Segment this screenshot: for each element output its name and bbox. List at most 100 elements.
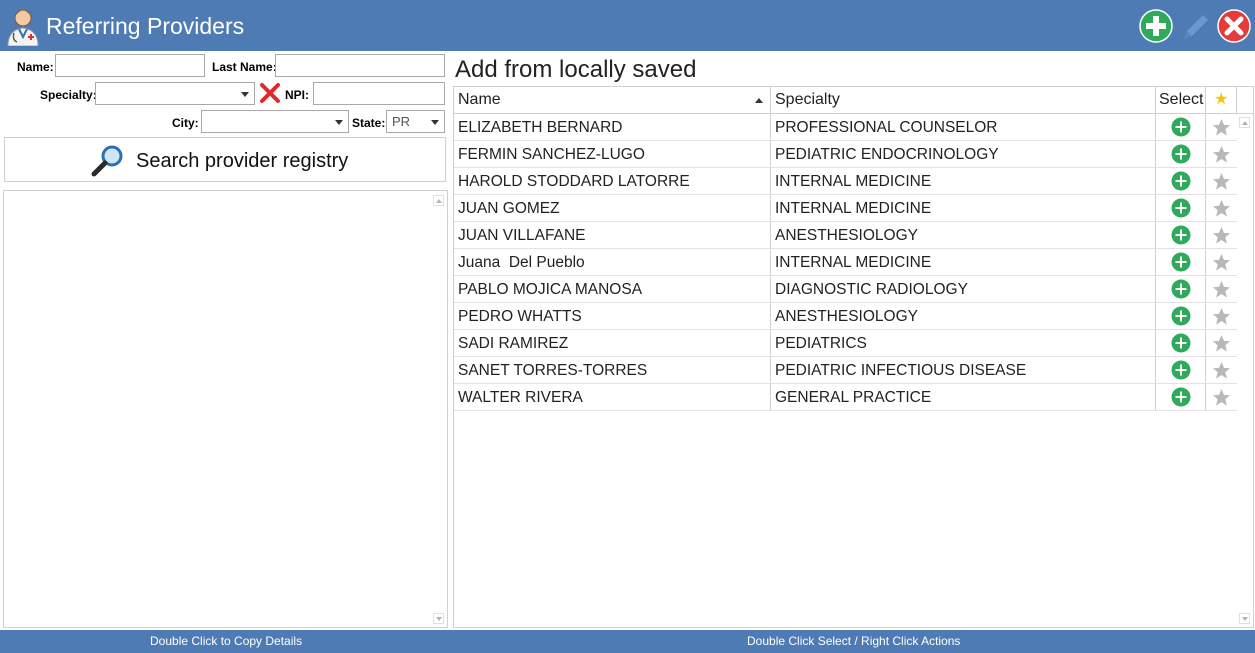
provider-name: ELIZABETH BERNARD [454, 114, 771, 140]
star-icon[interactable] [1212, 172, 1231, 191]
select-plus-icon[interactable] [1171, 279, 1191, 299]
favorite-cell [1206, 276, 1237, 302]
select-plus-icon[interactable] [1171, 306, 1191, 326]
star-icon[interactable] [1212, 280, 1231, 299]
table-row[interactable]: SADI RAMIREZ PEDIATRICS [454, 330, 1237, 357]
star-icon[interactable] [1212, 253, 1231, 272]
doctor-avatar-icon [7, 9, 39, 46]
status-bar: Double Click to Copy Details Double Clic… [0, 630, 1255, 653]
city-select[interactable] [201, 110, 349, 133]
select-plus-icon[interactable] [1171, 144, 1191, 164]
provider-specialty: INTERNAL MEDICINE [771, 195, 1156, 221]
column-header-specialty[interactable]: Specialty [771, 87, 1156, 113]
star-icon[interactable] [1212, 199, 1231, 218]
star-icon[interactable] [1212, 334, 1231, 353]
table-row[interactable]: ELIZABETH BERNARD PROFESSIONAL COUNSELOR [454, 114, 1237, 141]
provider-name: SADI RAMIREZ [454, 330, 771, 356]
select-plus-icon[interactable] [1171, 387, 1191, 407]
table-row[interactable]: PEDRO WHATTS ANESTHESIOLOGY [454, 303, 1237, 330]
scroll-down-icon[interactable] [433, 613, 444, 624]
search-registry-button[interactable]: Search provider registry [4, 137, 446, 182]
column-header-select[interactable]: Select [1156, 87, 1206, 113]
column-header-favorite[interactable]: ★ [1206, 87, 1237, 113]
last-name-input[interactable] [275, 54, 445, 77]
table-row[interactable]: SANET TORRES-TORRES PEDIATRIC INFECTIOUS … [454, 357, 1237, 384]
column-header-name[interactable]: Name [454, 87, 771, 113]
chevron-down-icon [335, 120, 343, 125]
star-icon[interactable] [1212, 307, 1231, 326]
provider-specialty: PEDIATRIC ENDOCRINOLOGY [771, 141, 1156, 167]
last-name-label: Last Name: [212, 60, 277, 74]
local-providers-grid[interactable]: Name Specialty Select ★ ELIZABETH BERNAR… [453, 86, 1254, 628]
provider-specialty: INTERNAL MEDICINE [771, 168, 1156, 194]
star-header-icon: ★ [1214, 91, 1229, 108]
city-label: City: [172, 116, 199, 130]
provider-specialty: PEDIATRIC INFECTIOUS DISEASE [771, 357, 1156, 383]
state-select[interactable]: PR [386, 110, 445, 133]
favorite-cell [1206, 222, 1237, 248]
chevron-down-icon [241, 92, 249, 97]
grid-header: Name Specialty Select ★ [454, 87, 1254, 114]
table-row[interactable]: FERMIN SANCHEZ-LUGO PEDIATRIC ENDOCRINOLO… [454, 141, 1237, 168]
favorite-cell [1206, 195, 1237, 221]
provider-specialty: DIAGNOSTIC RADIOLOGY [771, 276, 1156, 302]
provider-name: WALTER RIVERA [454, 384, 771, 410]
favorite-cell [1206, 114, 1237, 140]
registry-results-list[interactable] [3, 190, 448, 628]
star-icon[interactable] [1212, 145, 1231, 164]
star-icon[interactable] [1212, 361, 1231, 380]
select-cell [1156, 195, 1206, 221]
select-plus-icon[interactable] [1171, 252, 1191, 272]
favorite-cell [1206, 249, 1237, 275]
star-icon[interactable] [1212, 226, 1231, 245]
table-row[interactable]: JUAN GOMEZ INTERNAL MEDICINE [454, 195, 1237, 222]
select-plus-icon[interactable] [1171, 198, 1191, 218]
npi-input[interactable] [313, 82, 445, 105]
select-plus-icon[interactable] [1171, 117, 1191, 137]
select-plus-icon[interactable] [1171, 360, 1191, 380]
table-row[interactable]: PABLO MOJICA MANOSA DIAGNOSTIC RADIOLOGY [454, 276, 1237, 303]
pencil-icon[interactable] [1178, 9, 1212, 43]
scroll-up-icon[interactable] [1239, 117, 1250, 128]
clear-icon[interactable] [259, 82, 281, 104]
add-icon[interactable] [1139, 9, 1173, 43]
table-row[interactable]: WALTER RIVERA GENERAL PRACTICE [454, 384, 1237, 411]
close-icon[interactable] [1217, 9, 1251, 43]
favorite-cell [1206, 384, 1237, 410]
search-registry-label: Search provider registry [136, 150, 349, 172]
select-plus-icon[interactable] [1171, 171, 1191, 191]
star-icon[interactable] [1212, 388, 1231, 407]
scroll-down-icon[interactable] [1239, 613, 1250, 624]
select-cell [1156, 303, 1206, 329]
provider-specialty: INTERNAL MEDICINE [771, 249, 1156, 275]
provider-name: JUAN GOMEZ [454, 195, 771, 221]
specialty-select[interactable] [95, 82, 255, 105]
provider-specialty: ANESTHESIOLOGY [771, 303, 1156, 329]
sort-ascending-icon [755, 98, 763, 103]
provider-name: FERMIN SANCHEZ-LUGO [454, 141, 771, 167]
table-row[interactable]: HAROLD STODDARD LATORRE INTERNAL MEDICINE [454, 168, 1237, 195]
favorite-cell [1206, 168, 1237, 194]
scroll-up-icon[interactable] [433, 195, 444, 206]
status-left: Double Click to Copy Details [150, 634, 303, 648]
star-icon[interactable] [1212, 118, 1231, 137]
select-cell [1156, 330, 1206, 356]
window-title: Referring Providers [46, 13, 245, 39]
provider-name: HAROLD STODDARD LATORRE [454, 168, 771, 194]
provider-name: PABLO MOJICA MANOSA [454, 276, 771, 302]
select-cell [1156, 357, 1206, 383]
select-cell [1156, 384, 1206, 410]
provider-specialty: ANESTHESIOLOGY [771, 222, 1156, 248]
table-row[interactable]: JUAN VILLAFANE ANESTHESIOLOGY [454, 222, 1237, 249]
column-header-name-label: Name [458, 91, 501, 108]
select-cell [1156, 276, 1206, 302]
column-header-specialty-label: Specialty [775, 91, 840, 108]
provider-specialty: GENERAL PRACTICE [771, 384, 1156, 410]
select-plus-icon[interactable] [1171, 225, 1191, 245]
favorite-cell [1206, 330, 1237, 356]
table-row[interactable]: Juana Del Pueblo INTERNAL MEDICINE [454, 249, 1237, 276]
select-plus-icon[interactable] [1171, 333, 1191, 353]
select-cell [1156, 222, 1206, 248]
state-value: PR [392, 114, 411, 129]
name-input[interactable] [55, 54, 205, 77]
